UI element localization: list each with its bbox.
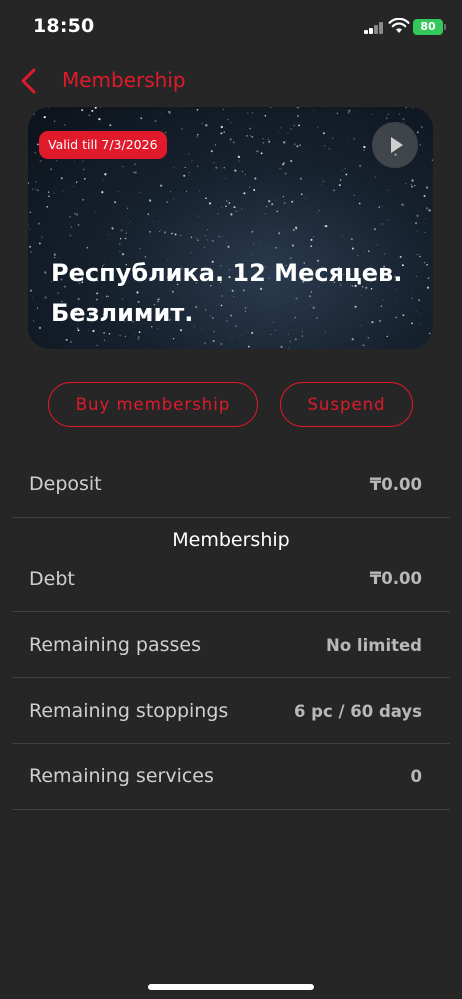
membership-name: Республика. 12 Месяцев. Безлимит. — [51, 253, 421, 333]
battery-level: 80 — [420, 20, 436, 33]
status-bar: 18:50 80 — [0, 0, 462, 54]
page-title: Membership — [62, 68, 186, 92]
nav-header: Membership — [0, 58, 462, 102]
home-indicator[interactable] — [148, 984, 314, 990]
debt-value: ₸0.00 — [369, 569, 422, 588]
debt-label: Debt — [29, 568, 75, 590]
membership-card: Valid till 7/3/2026 Республика. 12 Месяц… — [28, 107, 433, 349]
remaining-passes-label: Remaining passes — [29, 634, 202, 656]
membership-name-line-2: Безлимит. — [51, 299, 194, 327]
deposit-label: Deposit — [29, 473, 102, 495]
cellular-signal-icon — [364, 22, 384, 34]
play-button[interactable] — [372, 122, 418, 168]
remaining-services-row: Remaining services 0 — [12, 744, 450, 810]
wifi-icon — [388, 18, 410, 33]
remaining-passes-row: Remaining passes No limited — [12, 612, 450, 678]
suspend-button[interactable]: Suspend — [280, 382, 413, 427]
remaining-passes-value: No limited — [326, 636, 422, 655]
membership-screen: 18:50 80 Membership Valid till 7/3/2026 — [0, 0, 462, 999]
validity-badge: Valid till 7/3/2026 — [39, 131, 167, 159]
debt-row: Debt ₸0.00 — [12, 546, 450, 612]
buy-membership-button[interactable]: Buy membership — [48, 382, 258, 427]
play-icon — [391, 137, 403, 153]
status-time: 18:50 — [33, 15, 95, 37]
battery-icon: 80 — [413, 19, 443, 35]
back-button[interactable] — [14, 66, 46, 96]
battery-cap — [444, 24, 446, 30]
membership-name-line-1: Республика. 12 Месяцев. — [51, 259, 403, 287]
remaining-stoppings-label: Remaining stoppings — [29, 700, 229, 722]
remaining-stoppings-value: 6 pc / 60 days — [293, 702, 422, 721]
remaining-services-label: Remaining services — [29, 765, 214, 787]
deposit-row: Deposit ₸0.00 — [12, 452, 450, 518]
deposit-value: ₸0.00 — [369, 475, 422, 494]
remaining-stoppings-row: Remaining stoppings 6 pc / 60 days — [12, 678, 450, 744]
remaining-services-value: 0 — [410, 767, 422, 786]
chevron-left-icon — [21, 68, 36, 94]
